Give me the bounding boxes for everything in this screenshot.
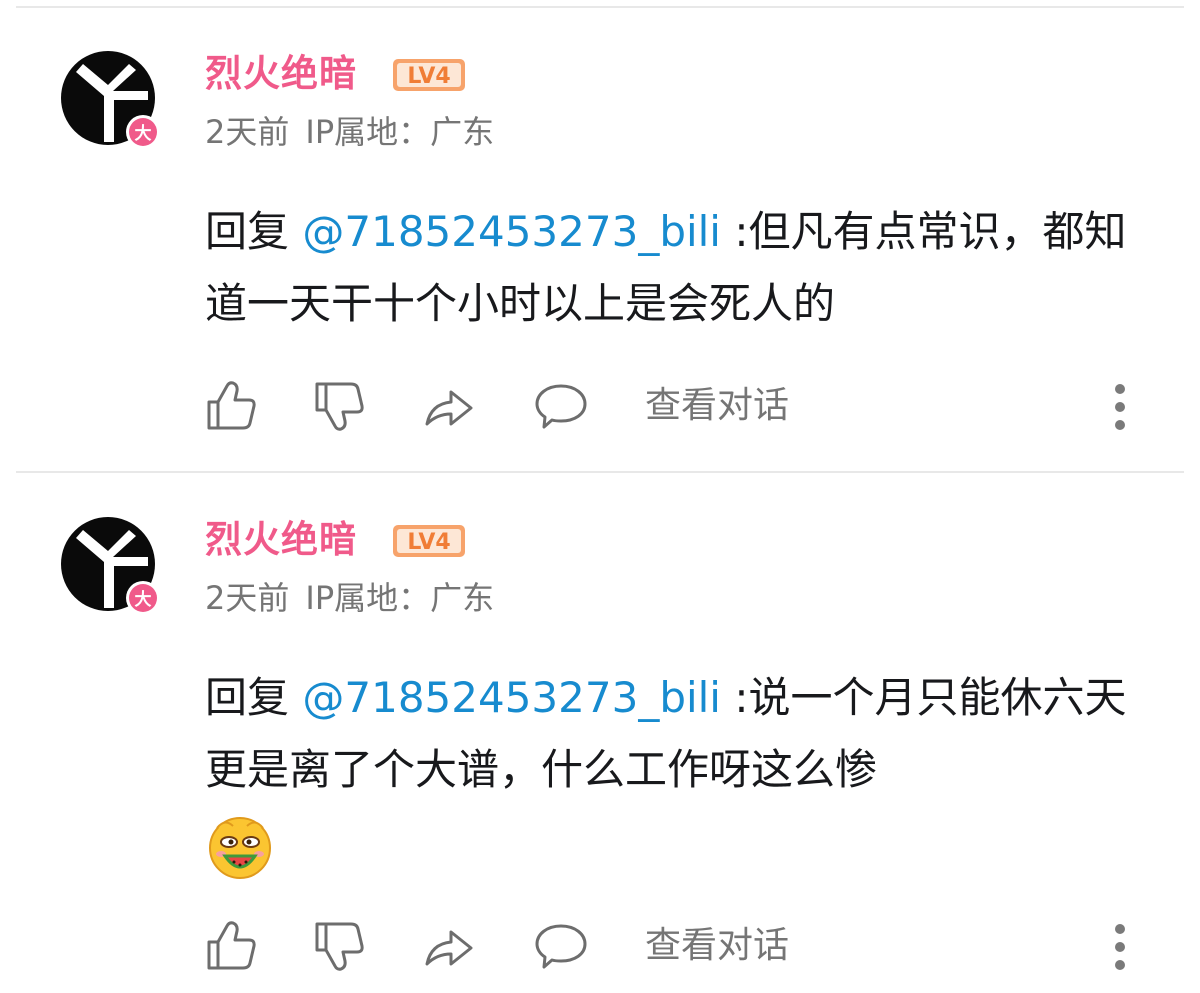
action-bar: 查看对话: [205, 918, 1165, 978]
comment-meta: 2天前 IP属地：广东: [205, 112, 510, 152]
reply-prefix: 回复: [205, 207, 290, 256]
action-bar: 查看对话: [205, 378, 1165, 438]
avatar-badge: 大: [135, 123, 152, 144]
comment-time: 2天前: [205, 113, 290, 151]
username[interactable]: 烈火绝暗: [205, 516, 357, 564]
comment-item: 大 烈火绝暗 LV4 2天前 IP属地：广东 回复 @71852453273_bi…: [0, 0, 1200, 470]
username[interactable]: 烈火绝暗: [205, 50, 357, 98]
level-badge-text: LV4: [407, 64, 450, 89]
view-conversation-link[interactable]: 查看对话: [645, 922, 789, 970]
share-icon[interactable]: [421, 918, 477, 974]
ip-location: IP属地：广东: [305, 579, 495, 617]
comment-time: 2天前: [205, 579, 290, 617]
ip-location: IP属地：广东: [305, 113, 495, 151]
comment-item: 大 烈火绝暗 LV4 2天前 IP属地：广东 回复 @71852453273_bi…: [0, 466, 1200, 993]
more-vertical-icon[interactable]: [1103, 382, 1137, 432]
avatar-badge: 大: [135, 589, 152, 610]
thumbs-up-icon[interactable]: [205, 378, 261, 434]
avatar[interactable]: 大: [60, 516, 160, 616]
thumbs-down-icon[interactable]: [313, 378, 369, 434]
reply-prefix: 回复: [205, 673, 290, 722]
comment-bubble-icon[interactable]: [533, 378, 589, 434]
comment-content: 回复 @71852453273_bili :但凡有点常识，都知道一天干十个小时以…: [205, 196, 1165, 340]
comment-bubble-icon[interactable]: [533, 918, 589, 974]
level-badge-icon: LV4: [393, 525, 465, 557]
mention-link[interactable]: @71852453273_bili: [302, 673, 721, 722]
more-vertical-icon[interactable]: [1103, 922, 1137, 972]
comment-meta: 2天前 IP属地：广东: [205, 578, 510, 618]
thumbs-up-icon[interactable]: [205, 918, 261, 974]
avatar[interactable]: 大: [60, 50, 160, 150]
comment-content: 回复 @71852453273_bili :说一个月只能休六天更是离了个大谱，什…: [205, 662, 1165, 882]
level-badge-icon: LV4: [393, 59, 465, 91]
mention-link[interactable]: @71852453273_bili: [302, 207, 721, 256]
thumbs-down-icon[interactable]: [313, 918, 369, 974]
share-icon[interactable]: [421, 378, 477, 434]
view-conversation-link[interactable]: 查看对话: [645, 382, 789, 430]
eating-watermelon-emoji-icon: [209, 817, 271, 879]
level-badge-text: LV4: [407, 530, 450, 555]
